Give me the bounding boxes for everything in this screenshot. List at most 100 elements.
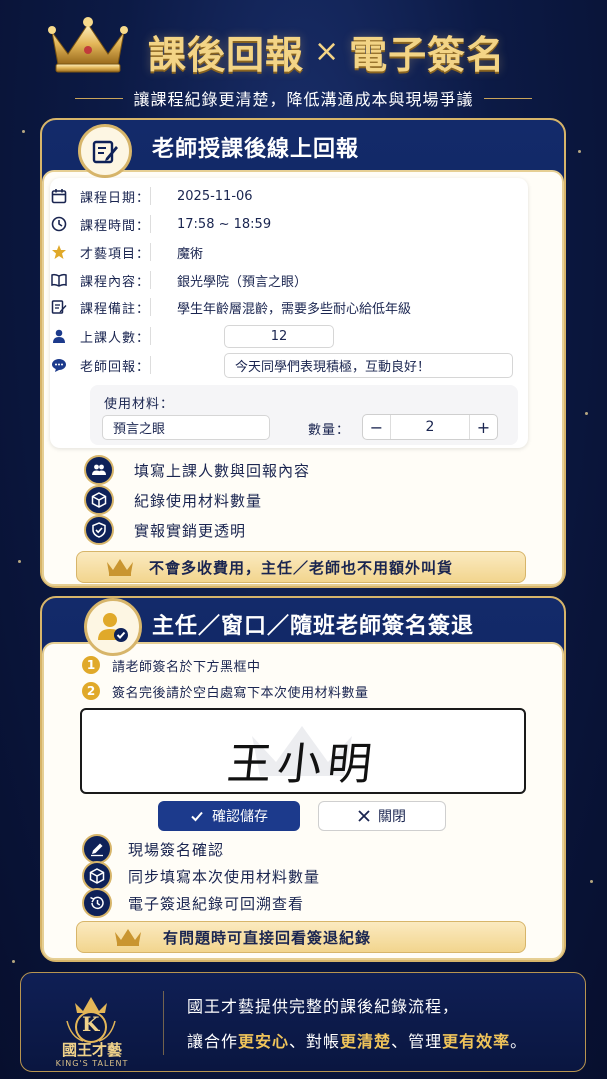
user-icon: [50, 327, 68, 345]
quantity-label: 數量：: [308, 423, 351, 438]
report-badge: [78, 124, 132, 178]
review-record-note: 有問題時可直接回看簽退紀錄: [76, 921, 526, 953]
date-value: 2025-11-06: [177, 188, 253, 204]
quantity-value[interactable]: 2: [426, 419, 435, 435]
note-text: 不會多收費用，主任／老師也不用額外叫貨: [149, 558, 454, 577]
time-label: 課程時間：: [80, 218, 151, 234]
teacher-reply-value: 今天同學們表現積極，互動良好！: [235, 360, 431, 375]
subtitle-row: 讓課程紀錄更清楚，降低溝通成本與現場爭議: [0, 86, 607, 110]
signature-text: 王小明: [224, 739, 381, 790]
shield-check-icon: [84, 515, 114, 545]
form-row-time: 課程時間： 17:58 ~ 18:59: [0, 210, 607, 238]
row-separator: [150, 298, 151, 316]
footer-banner: K 國王才藝 KING'S TALENT 國王才藝提供完整的課後紀錄流程， 讓合…: [20, 972, 586, 1072]
subtitle-divider-left: [75, 97, 124, 99]
reply-label: 老師回報：: [80, 359, 151, 375]
quantity-stepper: − 2 +: [362, 414, 498, 440]
material-name-input[interactable]: 預言之眼: [102, 415, 270, 440]
form-row-content: 課程內容： 銀光學院（預言之眼）: [0, 266, 607, 294]
content-label: 課程內容：: [80, 274, 151, 290]
footer-line-2: 讓合作更安心、對帳更清楚、管理更有效率。: [187, 1028, 527, 1052]
star-icon: [50, 243, 68, 261]
feature-item: 同步填寫本次使用材料數量: [82, 861, 320, 891]
feature-text: 實報實銷更透明: [134, 521, 247, 540]
step-number: 2: [82, 682, 100, 700]
footer-line-1: 國王才藝提供完整的課後紀錄流程，: [187, 997, 460, 1016]
feature-item: 現場簽名確認: [82, 834, 224, 864]
pen-icon: [82, 834, 112, 864]
title-right: 電子簽名: [349, 32, 506, 77]
quantity-plus-button[interactable]: +: [468, 415, 497, 439]
no-extra-fee-note: 不會多收費用，主任／老師也不用額外叫貨: [76, 551, 526, 583]
quantity-minus-button[interactable]: −: [363, 415, 391, 439]
footer-highlight: 更清楚: [340, 1032, 392, 1051]
footer-text: 、管理: [391, 1032, 443, 1051]
people-count-input[interactable]: 12: [224, 325, 334, 348]
feature-text: 紀錄使用材料數量: [134, 491, 263, 510]
feature-text: 現場簽名確認: [128, 840, 225, 859]
close-label: 關閉: [378, 809, 406, 825]
footer-text: 、對帳: [289, 1032, 341, 1051]
book-icon: [50, 271, 68, 289]
people-label: 上課人數：: [80, 330, 151, 346]
check-icon: [191, 811, 203, 822]
row-separator: [150, 327, 151, 345]
user-check-icon: [98, 613, 128, 642]
form-row-item: 才藝項目： 魔術: [0, 238, 607, 266]
row-separator: [150, 356, 151, 374]
edit-note-icon: [92, 140, 118, 164]
step-number: 1: [82, 656, 100, 674]
confirm-save-button[interactable]: 確認儲存: [158, 801, 300, 831]
footer-text: 讓合作: [187, 1032, 239, 1051]
page-header: 課後回報 × 電子簽名 讓課程紀錄更清楚，降低溝通成本與現場爭議: [0, 0, 607, 115]
title-separator: ×: [314, 34, 340, 69]
item-value: 魔術: [177, 246, 204, 262]
note-edit-icon: [50, 298, 68, 316]
row-separator: [150, 215, 151, 233]
material-name-value: 預言之眼: [113, 422, 166, 437]
feature-text: 同步填寫本次使用材料數量: [128, 867, 321, 886]
row-separator: [150, 187, 151, 205]
subtitle-divider-right: [483, 97, 532, 99]
box-icon: [84, 485, 114, 515]
step-text: 請老師簽名於下方黑框中: [112, 659, 261, 675]
feature-item: 紀錄使用材料數量: [84, 485, 262, 515]
feature-item: 電子簽退紀錄可回溯查看: [82, 888, 304, 918]
crown-icon: [48, 17, 128, 73]
signature-badge: [84, 598, 142, 656]
form-row-remark: 課程備註： 學生年齡層混齡，需要多些耐心給低年級: [0, 293, 607, 321]
crown-icon: [115, 929, 141, 946]
history-icon: [82, 888, 112, 918]
close-button[interactable]: 關閉: [318, 801, 446, 831]
remark-value: 學生年齡層混齡，需要多些耐心給低年級: [177, 301, 412, 317]
footer-highlight: 更安心: [238, 1032, 290, 1051]
chat-icon: [50, 356, 68, 374]
date-label: 課程日期：: [80, 190, 151, 206]
remark-label: 課程備註：: [80, 301, 151, 317]
calendar-icon: [50, 187, 68, 205]
step-item: 1 請老師簽名於下方黑框中: [82, 655, 261, 675]
materials-label: 使用材料：: [104, 397, 175, 412]
time-value: 17:58 ~ 18:59: [177, 216, 272, 232]
page-subtitle: 讓課程紀錄更清楚，降低溝通成本與現場爭議: [133, 90, 474, 109]
box-icon: [82, 861, 112, 891]
logo-name: 國王才藝: [61, 1041, 122, 1059]
crown-icon: [107, 559, 133, 576]
content-value: 銀光學院（預言之眼）: [177, 274, 308, 290]
footer-text: 。: [510, 1032, 528, 1051]
item-label: 才藝項目：: [80, 246, 151, 262]
feature-item: 填寫上課人數與回報內容: [84, 455, 310, 485]
report-section-title: 老師授課後線上回報: [152, 137, 360, 162]
footer-highlight: 更有效率: [442, 1032, 511, 1051]
title-left: 課後回報: [148, 32, 305, 77]
teacher-reply-input[interactable]: 今天同學們表現積極，互動良好！: [224, 353, 513, 378]
row-separator: [150, 271, 151, 289]
close-icon: [358, 810, 370, 822]
signature-pad[interactable]: 王小明: [80, 708, 526, 794]
people-icon: [84, 455, 114, 485]
form-row-date: 課程日期： 2025-11-06: [0, 182, 607, 210]
step-item: 2 簽名完後請於空白處寫下本次使用材料數量: [82, 681, 369, 701]
feature-item: 實報實銷更透明: [84, 515, 246, 545]
footer-divider: [163, 991, 164, 1055]
feature-text: 電子簽退紀錄可回溯查看: [128, 894, 305, 913]
